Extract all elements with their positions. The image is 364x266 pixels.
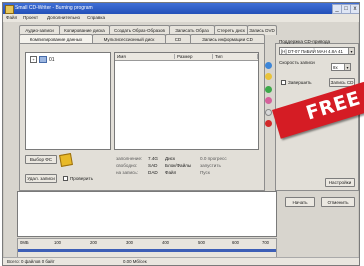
ruler-tick: 300	[126, 240, 133, 245]
remove-icon[interactable]	[265, 120, 272, 127]
settings-button[interactable]: Настройки	[325, 178, 355, 187]
delete-entries-button[interactable]: Удал. записи	[25, 174, 57, 183]
start-button[interactable]: Начать	[285, 197, 315, 207]
file-list-header: Имя Размер Тип	[115, 53, 258, 61]
rename-icon[interactable]	[265, 97, 272, 104]
drive-icon	[39, 56, 47, 63]
file-list[interactable]: Имя Размер Тип	[114, 52, 259, 150]
app-window: Small CD-Writer - Burning program _ □ x …	[2, 2, 360, 266]
app-icon	[5, 5, 14, 14]
status-bar: Всего: 0 файлов 0 байт 0.00 Мб/сек	[3, 257, 359, 265]
ruler-tick: 700	[262, 240, 269, 245]
drive-select-value: [H] DT-07 ПиБИЙ MAH 4.8A 41	[281, 49, 343, 54]
finalize-label: Завершить	[288, 80, 312, 85]
verify-label: Проверить	[70, 176, 93, 181]
verify-checkbox[interactable]	[63, 176, 68, 181]
new-folder-icon[interactable]	[265, 86, 272, 93]
info-label-fill: заполнение:	[116, 156, 143, 161]
add-files-icon[interactable]	[265, 62, 272, 69]
ruler-tick: 200	[90, 240, 97, 245]
status-speed: 0.00 Мб/сек	[123, 259, 147, 264]
drive-label: Поддержка CD-привода	[279, 39, 331, 44]
log-area[interactable]	[17, 191, 277, 237]
speed-label: Скорость записи	[279, 60, 315, 65]
info-value-a1: 7.4G	[148, 156, 158, 161]
ruler-tick: 600	[232, 240, 239, 245]
ruler-tick: 0МБ	[20, 240, 29, 245]
capacity-ruler: 0МБ 100 200 300 400 500 600 700	[17, 238, 277, 259]
info-value-c2: запустить	[200, 163, 221, 168]
close-button[interactable]: x	[350, 4, 359, 14]
ruler-tick: 500	[198, 240, 205, 245]
window-title: Small CD-Writer - Burning program	[15, 5, 93, 11]
finalize-checkbox[interactable]	[281, 80, 286, 85]
tree-node-label: 01	[49, 56, 55, 63]
info-label-free: свободно:	[116, 163, 138, 168]
ruler-tick: 100	[54, 240, 61, 245]
speed-select-value: 8x	[333, 65, 338, 70]
info-label-write: на запись:	[116, 170, 139, 175]
status-files: Всего: 0 файлов 0 байт	[7, 259, 55, 264]
folder-tree[interactable]: +01	[25, 52, 111, 150]
chevron-down-icon[interactable]: ▾	[348, 48, 354, 54]
menu-project[interactable]: Проект	[23, 15, 38, 20]
info-value-a3: DAD	[148, 170, 158, 175]
info-value-a2: SAD	[148, 163, 158, 168]
cancel-button[interactable]: Отменить	[321, 197, 355, 207]
col-type[interactable]: Тип	[213, 54, 258, 59]
drive-select[interactable]: [H] DT-07 ПиБИЙ MAH 4.8A 41 ▾	[279, 47, 355, 55]
info-value-c1: 0.0 прогресс	[200, 156, 227, 161]
capacity-bar	[18, 249, 276, 252]
info-value-b2: Блок/Файлы	[165, 163, 192, 168]
title-bar: Small CD-Writer - Burning program _ □ x	[3, 3, 359, 14]
speed-select[interactable]: 8x ▾	[331, 63, 351, 71]
col-name[interactable]: Имя	[115, 54, 175, 59]
chevron-down-icon[interactable]: ▾	[344, 64, 350, 70]
menu-help[interactable]: Справка	[87, 15, 105, 20]
expand-icon[interactable]: +	[30, 56, 37, 63]
ruler-tick: 400	[162, 240, 169, 245]
menu-file[interactable]: Файл	[6, 15, 17, 20]
info-value-c3: Пуск	[200, 170, 210, 175]
menu-bar: Файл Проект Дополнительно Справка	[3, 14, 359, 22]
wizard-icon[interactable]	[59, 153, 73, 167]
add-folder-icon[interactable]	[265, 73, 272, 80]
info-value-b3: Файл	[165, 170, 177, 175]
properties-icon[interactable]	[265, 109, 272, 116]
tree-node[interactable]: +01	[30, 56, 55, 63]
info-value-b1: Диск	[165, 156, 175, 161]
select-folder-button[interactable]: Выбор ФС	[25, 155, 57, 164]
col-size[interactable]: Размер	[175, 54, 213, 59]
menu-extra[interactable]: Дополнительно	[47, 15, 80, 20]
